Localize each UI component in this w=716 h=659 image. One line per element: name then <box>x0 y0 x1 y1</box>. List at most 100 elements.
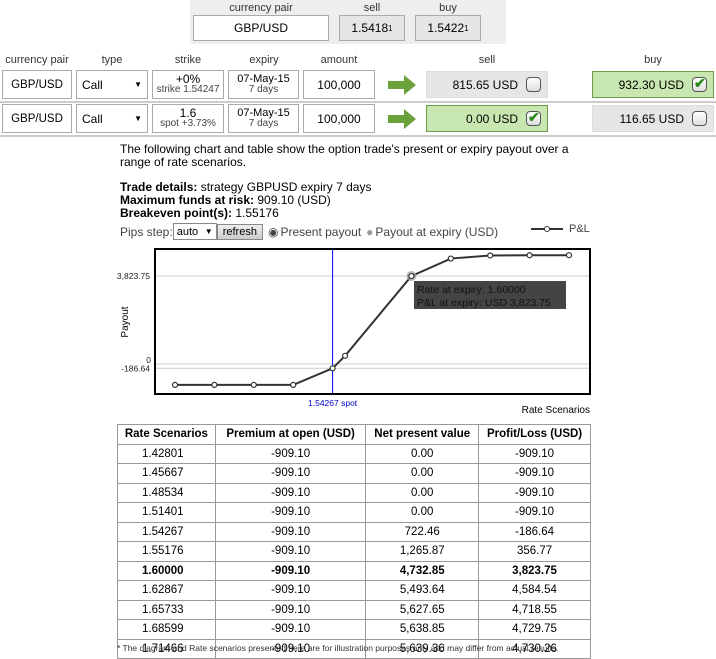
leg-sell-price: 0.00 USD <box>465 111 518 126</box>
leg-type-select[interactable]: Call ▼ <box>76 70 148 99</box>
data-point[interactable] <box>250 381 257 389</box>
table-cell: -909.10 <box>478 482 591 503</box>
leg-type-select[interactable]: Call ▼ <box>76 104 148 133</box>
table-row: 1.45667 -909.10 0.00 -909.10 <box>117 463 591 484</box>
leg-buy-option[interactable]: 932.30 USD <box>592 71 714 98</box>
table-cell: 0.00 <box>365 463 480 484</box>
table-cell: 722.46 <box>365 521 480 542</box>
table-cell: 1.42801 <box>117 443 216 464</box>
table-cell: 1.51401 <box>117 502 216 523</box>
trade-details-value: strategy GBPUSD expiry 7 days <box>197 180 372 194</box>
y-axis-label: Payout <box>120 306 131 337</box>
buy-checkbox[interactable] <box>692 111 707 126</box>
leg-pair[interactable]: GBP/USD <box>2 104 72 133</box>
table-cell: 0.00 <box>365 443 480 464</box>
table-cell: -909.10 <box>478 443 591 464</box>
table-cell: -909.10 <box>214 599 367 620</box>
table-cell: -909.10 <box>214 560 367 581</box>
column-header: Net present value <box>365 424 480 445</box>
leg-sell-option[interactable]: 815.65 USD <box>426 71 548 98</box>
row-divider <box>0 101 716 103</box>
buy-checkbox[interactable] <box>692 75 707 92</box>
table-cell: 5,638.85 <box>365 619 480 640</box>
column-header: Profit/Loss (USD) <box>478 424 591 445</box>
table-row: 1.42801 -909.10 0.00 -909.10 <box>117 443 591 464</box>
data-point[interactable] <box>565 252 573 259</box>
table-cell: 1.45667 <box>117 463 216 484</box>
table-cell: -909.10 <box>214 502 367 523</box>
table-cell: 4,729.75 <box>478 619 591 640</box>
y-tick-label: -186.64 <box>121 363 150 373</box>
table-row: 1.65733 -909.10 5,627.65 4,718.55 <box>117 599 591 620</box>
leg-sell-price: 815.65 USD <box>452 77 518 92</box>
table-cell: 5,493.64 <box>365 580 480 601</box>
col-pair: currency pair <box>5 54 69 66</box>
column-header: Rate Scenarios <box>117 424 216 445</box>
table-row: 1.51401 -909.10 0.00 -909.10 <box>117 502 591 523</box>
table-cell: 5,627.65 <box>365 599 480 620</box>
leg-strike[interactable]: 1.6 spot +3.73% <box>152 104 224 133</box>
table-row: 1.62867 -909.10 5,493.64 4,584.54 <box>117 580 591 601</box>
quote-sell-label: sell <box>363 2 381 14</box>
col-sell: sell <box>478 54 496 66</box>
leg-strike[interactable]: +0% strike 1.54247 <box>152 70 224 99</box>
leg-buy-option[interactable]: 116.65 USD <box>592 105 714 132</box>
table-row: 1.48534 -909.10 0.00 -909.10 <box>117 482 591 503</box>
sell-checkbox[interactable] <box>526 77 541 92</box>
table-cell: -909.10 <box>214 443 367 464</box>
table-cell: -909.10 <box>478 502 591 523</box>
col-expiry: expiry <box>249 54 279 66</box>
table-cell: -909.10 <box>214 482 367 503</box>
scenario-table: Rate Scenarios Premium at open (USD) Net p… <box>117 424 591 659</box>
table-cell: 1.62867 <box>117 580 216 601</box>
leg-expiry[interactable]: 07-May-15 7 days <box>228 70 299 99</box>
data-point[interactable] <box>290 381 297 389</box>
data-point[interactable] <box>487 252 494 259</box>
table-cell: 356.77 <box>478 541 591 562</box>
spot-label: 1.54267 spot <box>308 398 358 408</box>
quote-buy-pip: 1 <box>464 23 469 33</box>
intro-text: The following chart and table show the o… <box>120 142 569 169</box>
data-point[interactable] <box>171 381 179 389</box>
col-type: type <box>101 54 123 66</box>
sell-checkbox[interactable] <box>526 109 541 126</box>
data-point[interactable] <box>329 365 336 372</box>
data-point[interactable] <box>526 252 533 259</box>
table-cell: -186.64 <box>478 521 591 542</box>
legend-label: P&L <box>569 223 590 235</box>
trade-details: Trade details: strategy GBPUSD expiry 7 … <box>120 181 371 220</box>
leg-type-value: Call <box>82 111 103 126</box>
data-point[interactable] <box>447 255 454 262</box>
quote-sell-price: 1.5418 <box>351 21 389 35</box>
leg-expiry[interactable]: 07-May-15 7 days <box>228 104 299 133</box>
quote-sell-button[interactable]: 1.5418 1 <box>339 15 405 41</box>
table-cell: 4,732.85 <box>365 560 480 581</box>
leg-tenor: 7 days <box>248 118 279 129</box>
table-cell: 1.55176 <box>117 541 216 562</box>
max-risk-value: 909.10 (USD) <box>254 193 331 207</box>
leg-sell-option[interactable]: 0.00 USD <box>426 105 548 132</box>
table-cell: 1.60000 <box>117 560 216 581</box>
quote-pair-field[interactable]: GBP/USD <box>193 15 329 41</box>
col-amount: amount <box>320 54 358 66</box>
table-cell: -909.10 <box>478 463 591 484</box>
table-cell: 0.00 <box>365 502 480 523</box>
x-axis-label: Rate Scenarios <box>522 405 590 416</box>
arrow-right-icon <box>388 109 416 129</box>
data-point[interactable] <box>408 272 415 280</box>
quote-pair-label: currency pair <box>229 2 293 14</box>
quote-buy-button[interactable]: 1.5422 1 <box>415 15 481 41</box>
col-buy: buy <box>644 54 662 66</box>
leg-pair[interactable]: GBP/USD <box>2 70 72 99</box>
leg-amount[interactable]: 100,000 <box>303 104 375 133</box>
trade-details-label: Trade details: <box>120 180 198 194</box>
table-cell: 1.65733 <box>117 599 216 620</box>
leg-amount[interactable]: 100,000 <box>303 70 375 99</box>
data-point[interactable] <box>211 381 218 389</box>
data-point[interactable] <box>341 352 349 359</box>
table-cell: 1.54267 <box>117 521 216 542</box>
table-cell: -909.10 <box>214 521 367 542</box>
payout-chart: 3,823.750-186.64PayoutRate Scenarios1.54… <box>117 223 591 416</box>
table-row: 1.68599 -909.10 5,638.85 4,729.75 <box>117 619 591 640</box>
row-divider <box>0 135 716 137</box>
